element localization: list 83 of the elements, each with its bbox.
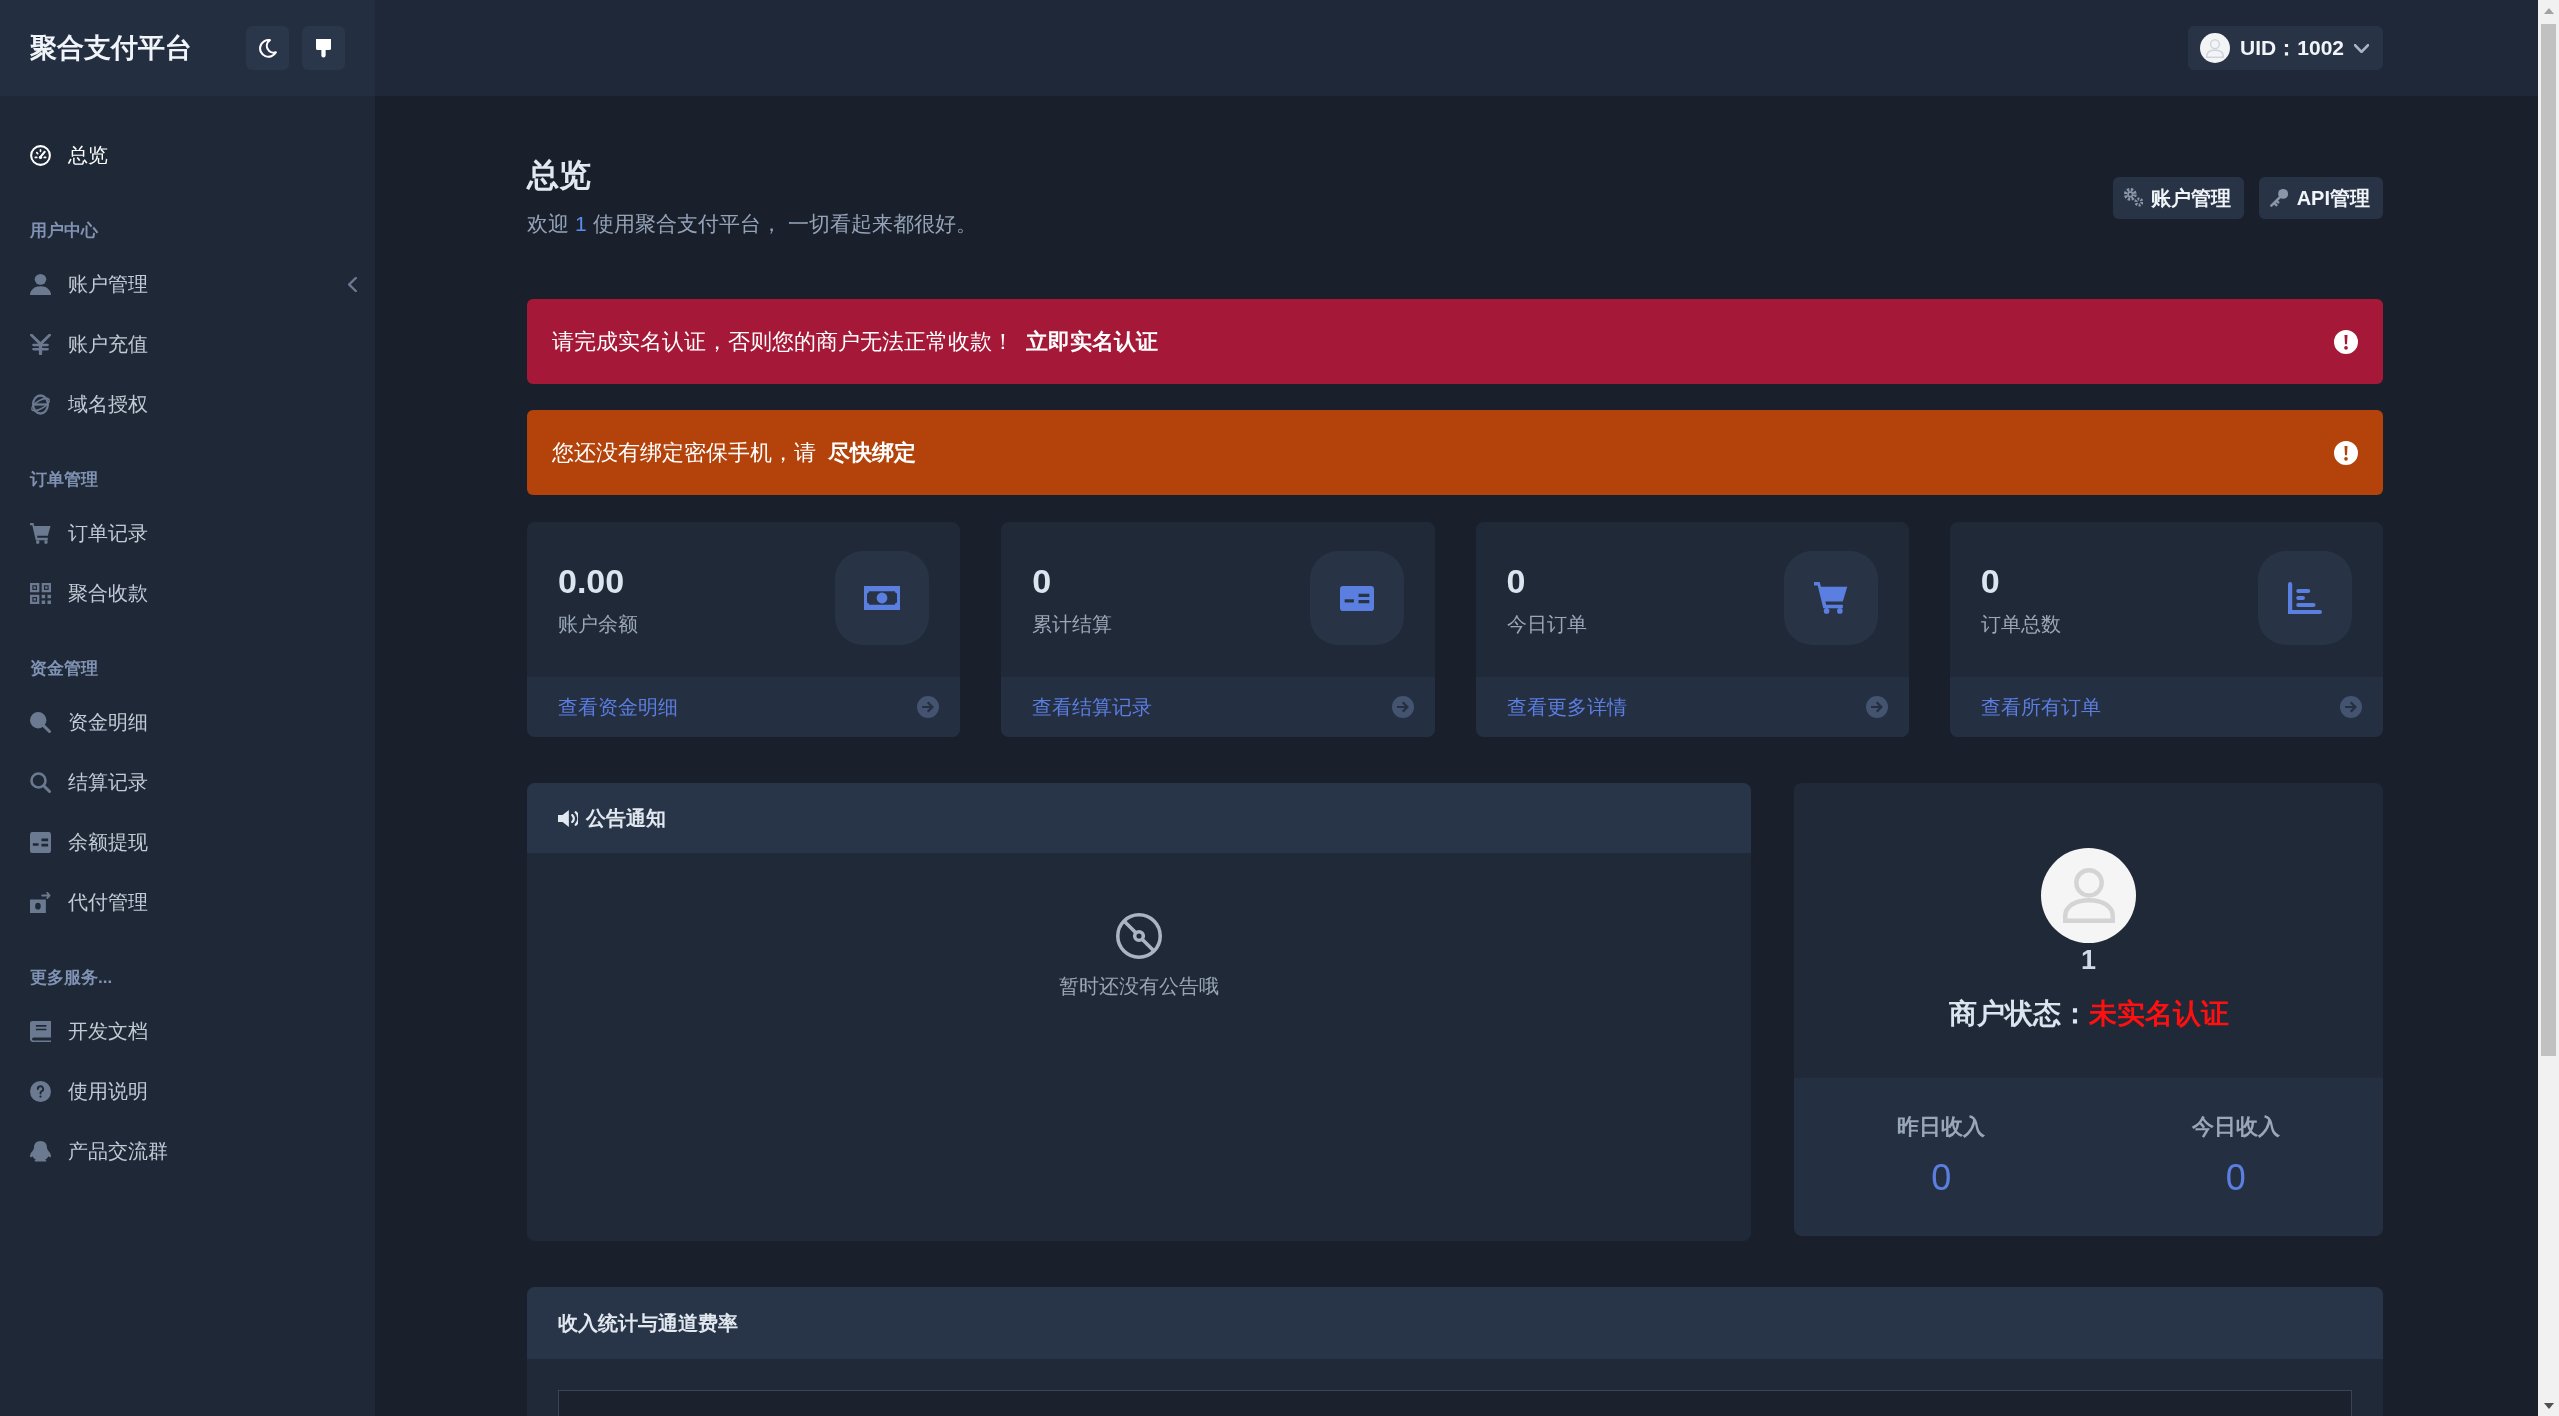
sidebar-item[interactable]: 总览 xyxy=(0,125,375,185)
cash-icon xyxy=(30,891,51,913)
arrow-right-icon xyxy=(1391,696,1414,718)
magnifier-icon xyxy=(30,711,51,733)
stat-label: 今日订单 xyxy=(1506,612,1587,637)
alert-link[interactable]: 尽快绑定 xyxy=(828,437,916,468)
sidebar-item[interactable]: 域名授权 xyxy=(0,374,375,434)
sidebar-item[interactable]: 资金明细 xyxy=(0,692,375,752)
sidebar-item[interactable]: 账户充值 xyxy=(0,314,375,374)
panel-title: 公告通知 xyxy=(586,806,666,831)
down-triangle-icon xyxy=(2543,1402,2554,1409)
page-title: 总览 xyxy=(527,156,591,194)
brand-title: 聚合支付平台 xyxy=(30,32,192,65)
sidebar-item[interactable]: 结算记录 xyxy=(0,752,375,812)
sidebar-item[interactable]: 代付管理 xyxy=(0,872,375,932)
qr-code-icon xyxy=(30,582,51,604)
bar-chart-icon xyxy=(2258,551,2352,645)
alert-link[interactable]: 立即实名认证 xyxy=(1026,326,1158,357)
section-heading: 资金管理 xyxy=(30,658,98,680)
arrow-right-icon xyxy=(2340,696,2362,718)
sidebar-item[interactable]: 聚合收款 xyxy=(0,563,375,623)
gauge-icon xyxy=(30,144,51,166)
stat-label: 订单总数 xyxy=(1980,612,2061,637)
sidebar-item[interactable]: 产品交流群 xyxy=(0,1121,375,1181)
book-icon xyxy=(30,1020,51,1042)
user-menu-button[interactable]: UID：1002 xyxy=(2188,26,2383,70)
sidebar-item[interactable]: 订单记录 xyxy=(0,503,375,563)
caret-icon xyxy=(2354,43,2369,53)
empty-message: 暂时还没有公告哦 xyxy=(1059,974,1219,999)
section-heading: 更多服务... xyxy=(30,967,113,989)
sidebar-item[interactable]: 余额提现 xyxy=(0,812,375,872)
arrow-right-icon xyxy=(917,696,940,718)
up-triangle-icon xyxy=(2543,7,2554,14)
card-icon xyxy=(30,831,51,853)
income-label: 今日收入 xyxy=(2191,1113,2280,1141)
user-icon xyxy=(30,273,51,295)
status-value: 未实名认证 xyxy=(2088,997,2229,1031)
sidebar-item[interactable]: 账户管理 xyxy=(0,254,375,314)
alert-message: 请完成实名认证，否则您的商户无法正常收款！ xyxy=(552,327,1014,356)
arrow-right-icon xyxy=(1865,696,1888,718)
brush-icon xyxy=(316,38,331,58)
alert-message: 您还没有绑定密保手机，请 xyxy=(552,438,816,467)
card-icon xyxy=(1309,551,1404,645)
income-value: 0 xyxy=(2225,1156,2246,1200)
cart-icon xyxy=(30,522,51,544)
scrollbar[interactable] xyxy=(2538,0,2559,1416)
search-icon xyxy=(30,771,51,793)
key-icon xyxy=(2269,188,2289,207)
status-label: 商户状态： xyxy=(1948,997,2089,1031)
exclamation-icon xyxy=(2334,440,2358,465)
speaker-icon xyxy=(558,809,578,827)
sidebar-item[interactable]: 使用说明 xyxy=(0,1061,375,1121)
disc-icon xyxy=(1116,913,1162,959)
banknote-icon xyxy=(835,551,930,645)
stat-value: 0.00 xyxy=(558,561,625,601)
action-button[interactable]: 账户管理 xyxy=(2112,176,2244,219)
scrollbar-thumb[interactable] xyxy=(2541,24,2556,1056)
exclamation-icon xyxy=(2334,329,2358,354)
stat-value: 0 xyxy=(1980,561,2000,601)
sidebar-item[interactable]: 开发文档 xyxy=(0,1001,375,1061)
stat-label: 累计结算 xyxy=(1032,612,1113,637)
section-heading: 用户中心 xyxy=(30,220,98,242)
theme-toggle-button[interactable] xyxy=(246,26,289,70)
details-link[interactable]: 查看结算记录 xyxy=(1032,693,1153,721)
cart-icon xyxy=(1783,551,1878,645)
gears-icon xyxy=(2123,188,2143,207)
welcome-text: 欢迎 1 使用聚合支付平台， 一切看起来都很好。 xyxy=(527,211,977,237)
globe-icon xyxy=(30,393,51,415)
action-button[interactable]: API管理 xyxy=(2258,176,2383,219)
merchant-name: 1 xyxy=(2081,945,2096,975)
penguin-icon xyxy=(30,1140,51,1162)
section-heading: 订单管理 xyxy=(30,469,98,491)
moon-icon xyxy=(258,38,277,58)
skin-button[interactable] xyxy=(302,26,345,70)
stat-label: 账户余额 xyxy=(558,612,638,637)
avatar-icon xyxy=(2200,33,2231,63)
help-icon xyxy=(30,1080,51,1102)
income-value: 0 xyxy=(1931,1156,1952,1200)
stat-value: 0 xyxy=(1032,561,1052,601)
yen-icon xyxy=(30,333,51,355)
income-label: 昨日收入 xyxy=(1897,1113,1986,1141)
panel-title: 收入统计与通道费率 xyxy=(558,1311,738,1336)
stat-value: 0 xyxy=(1506,561,1526,601)
